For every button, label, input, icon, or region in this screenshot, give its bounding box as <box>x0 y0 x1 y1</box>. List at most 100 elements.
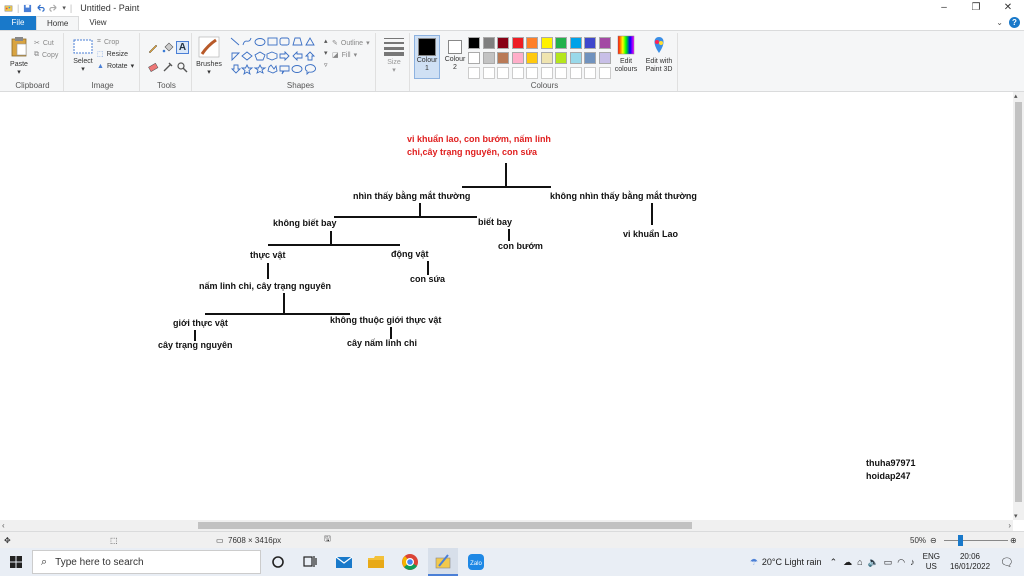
horizontal-scrollbar[interactable]: ‹ › <box>0 520 1013 531</box>
colour-swatch[interactable] <box>526 37 538 49</box>
wifi-icon[interactable]: ◠ <box>897 557 905 568</box>
colour-swatch[interactable] <box>497 52 509 64</box>
colour-swatch[interactable] <box>526 67 538 79</box>
vertical-scroll-thumb[interactable] <box>1015 102 1022 502</box>
text-tool-icon[interactable]: A <box>176 41 189 54</box>
size-button[interactable]: Size ▾ <box>380 36 408 75</box>
tab-file[interactable]: File <box>0 16 36 30</box>
close-button[interactable]: ✕ <box>992 0 1024 16</box>
onedrive-icon[interactable]: ☁ <box>843 557 852 568</box>
colour-swatch[interactable] <box>482 37 495 49</box>
colour-swatch[interactable] <box>555 37 567 49</box>
language-indicator[interactable]: ENG US <box>923 552 940 572</box>
colour-swatch[interactable] <box>511 52 524 64</box>
colour-swatch[interactable] <box>540 67 553 79</box>
colour-swatch[interactable] <box>584 37 596 49</box>
volume-icon[interactable]: 🔈 <box>868 557 879 568</box>
colour-swatch[interactable] <box>497 67 509 79</box>
brushes-button[interactable]: Brushes ▾ <box>195 36 223 77</box>
tab-view[interactable]: View <box>79 16 116 30</box>
cut-button[interactable]: ✂ Cut <box>34 37 58 49</box>
mail-app-icon[interactable] <box>334 552 354 572</box>
copy-button[interactable]: ⧉ Copy <box>34 49 58 61</box>
zoom-out-button[interactable]: ⊖ <box>930 536 937 545</box>
scroll-right-icon[interactable]: › <box>1008 520 1011 531</box>
zalo-icon[interactable]: Zalo <box>466 552 486 572</box>
zoom-slider-handle[interactable] <box>958 535 963 546</box>
rotate-label: Rotate <box>106 62 128 70</box>
shapes-scroll-icons[interactable]: ▴ ▾ ▿ <box>324 36 328 72</box>
taskbar-search-box[interactable]: ⌕ Type here to search <box>32 550 261 574</box>
collapse-ribbon-icon[interactable]: ⌄ <box>996 18 1003 27</box>
colour-swatch[interactable] <box>584 52 596 64</box>
outline-button[interactable]: ✎ Outline ▾ <box>332 37 370 49</box>
paint-taskbar-button[interactable] <box>428 548 458 576</box>
tab-home[interactable]: Home <box>36 16 80 30</box>
magnifier-icon[interactable] <box>176 61 188 73</box>
scroll-down-icon[interactable]: ▾ <box>1014 512 1018 520</box>
weather-text[interactable]: 20°C Light rain <box>762 557 822 567</box>
colour-swatch[interactable] <box>468 52 480 64</box>
network-icon[interactable]: ⌂ <box>857 557 862 567</box>
eraser-icon[interactable] <box>147 61 159 73</box>
undo-icon[interactable] <box>36 3 46 13</box>
paste-button[interactable]: Paste ▾ <box>6 36 32 77</box>
select-button[interactable]: Select ▾ <box>70 39 96 74</box>
colour-swatch[interactable] <box>540 52 553 64</box>
colour-swatch[interactable] <box>584 67 596 79</box>
colour-swatch[interactable] <box>468 67 480 79</box>
drawing-canvas[interactable]: vi khuẩn lao, con bướm, nấm linh chi,cây… <box>0 92 1013 520</box>
pencil-icon[interactable] <box>147 42 159 54</box>
vertical-scrollbar[interactable]: ▴ ▾ <box>1013 92 1024 520</box>
colour-swatch[interactable] <box>511 67 524 79</box>
resize-button[interactable]: ⬚ Resize <box>97 48 134 60</box>
battery-icon[interactable]: ▭ <box>884 557 893 568</box>
crop-button[interactable]: ⌗ Crop <box>97 36 134 48</box>
paste-dropdown-icon[interactable]: ▾ <box>6 69 32 77</box>
scroll-left-icon[interactable]: ‹ <box>2 520 5 531</box>
chrome-icon[interactable] <box>400 552 420 572</box>
cursor-position-icon: ✥ <box>4 535 11 545</box>
horizontal-scroll-thumb[interactable] <box>198 522 692 529</box>
shapes-gallery-icon[interactable] <box>229 36 325 78</box>
notifications-icon[interactable]: 🗨 <box>1000 556 1014 569</box>
fill-bucket-icon[interactable] <box>162 42 174 54</box>
colour-swatch[interactable] <box>555 67 567 79</box>
colour-swatch[interactable] <box>526 52 538 64</box>
rotate-button[interactable]: ▲ Rotate ▾ <box>97 60 134 72</box>
colour-swatch[interactable] <box>555 52 567 64</box>
colour-picker-icon[interactable] <box>162 61 174 73</box>
paint3d-button[interactable]: Edit with Paint 3D <box>642 35 676 74</box>
zoom-slider[interactable] <box>944 540 1008 541</box>
edit-colours-button[interactable]: Edit colours <box>612 35 640 74</box>
fill-button[interactable]: ◪ Fill ▾ <box>332 49 370 61</box>
zoom-in-button[interactable]: ⊕ <box>1010 536 1017 545</box>
minimize-button[interactable]: – <box>928 0 960 16</box>
clock[interactable]: 20:06 16/01/2022 <box>950 552 990 572</box>
windows-start-icon[interactable] <box>10 556 22 568</box>
colour-swatch[interactable] <box>511 37 524 49</box>
colour-swatch[interactable] <box>569 52 582 64</box>
select-dropdown-icon[interactable]: ▾ <box>70 66 96 74</box>
colour-swatch[interactable] <box>598 52 611 64</box>
colour-swatch[interactable] <box>598 37 611 49</box>
file-explorer-icon[interactable] <box>366 552 386 572</box>
colour-swatch[interactable] <box>497 37 509 49</box>
colour-swatch[interactable] <box>569 67 582 79</box>
speaker-icon[interactable]: ♪ <box>910 557 915 567</box>
chevron-up-icon[interactable]: ⌃ <box>830 557 838 568</box>
colour-swatch[interactable] <box>482 67 495 79</box>
customize-toolbar-icon[interactable]: ▾ <box>62 4 66 12</box>
redo-icon[interactable] <box>49 3 58 13</box>
colour-swatch[interactable] <box>540 37 553 49</box>
colour-swatch[interactable] <box>569 37 582 49</box>
colour-swatch[interactable] <box>482 52 495 64</box>
help-icon[interactable]: ? <box>1009 17 1020 28</box>
restore-button[interactable]: ❐ <box>960 0 992 16</box>
save-icon[interactable] <box>23 4 32 13</box>
colour-swatch[interactable] <box>598 67 611 79</box>
scroll-up-icon[interactable]: ▴ <box>1014 92 1018 100</box>
colour-swatch[interactable] <box>468 37 480 49</box>
task-view-icon[interactable] <box>300 552 320 572</box>
cortana-icon[interactable] <box>268 552 288 572</box>
